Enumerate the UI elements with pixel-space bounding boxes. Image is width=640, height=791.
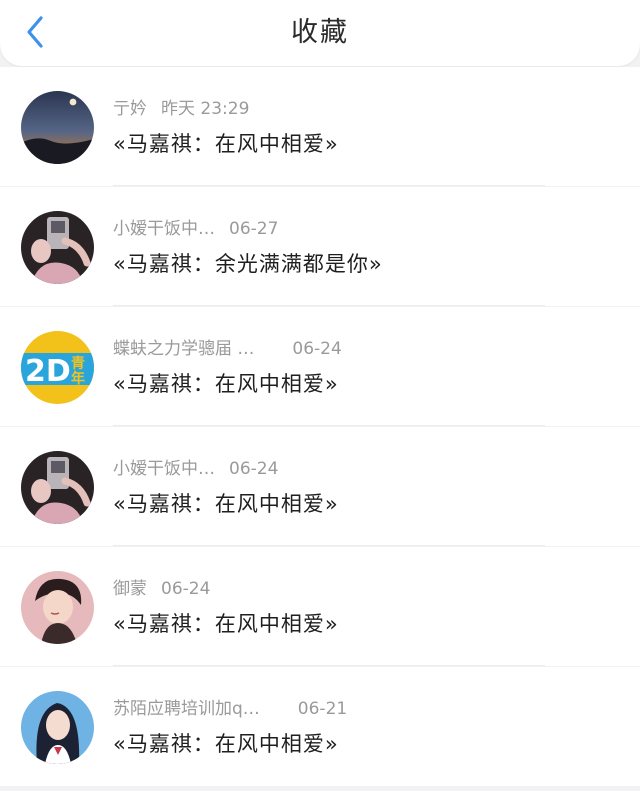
favorite-item[interactable]: 御蒙 06-24 «马嘉祺：在风中相爱» xyxy=(0,547,640,666)
header-bar: 收藏 xyxy=(0,0,640,66)
night-sky-avatar xyxy=(21,91,94,164)
divider xyxy=(113,185,545,186)
favorite-item[interactable]: 小嫒干饭中… 06-27 «马嘉祺：余光满满都是你» xyxy=(0,187,640,306)
item-time: 06-27 xyxy=(229,219,279,239)
sender-name: 小嫒干饭中… xyxy=(113,459,215,479)
anime-boy-avatar xyxy=(21,571,94,644)
favorite-item[interactable]: 小嫒干饭中… 06-24 «马嘉祺：在风中相爱» xyxy=(0,427,640,546)
favorites-list: 亍妗 昨天 23:29 «马嘉祺：在风中相爱» 小嫒干饭中… 06-27 «马嘉祺：… xyxy=(0,66,640,791)
favorite-item[interactable]: 2D 青 年 蝶蚨之力学骢届 … 06-24 «马嘉祺：在风中相爱» xyxy=(0,307,640,426)
svg-text:2D: 2D xyxy=(25,354,71,389)
divider xyxy=(113,425,545,426)
item-content: «马嘉祺：余光满满都是你» xyxy=(113,252,383,276)
item-time: 06-24 xyxy=(161,579,211,599)
item-content: «马嘉祺：在风中相爱» xyxy=(113,132,339,156)
item-meta: 蝶蚨之力学骢届 … 06-24 xyxy=(113,337,342,361)
item-time: 昨天 23:29 xyxy=(161,99,250,119)
divider xyxy=(113,665,545,666)
item-content: «马嘉祺：在风中相爱» xyxy=(113,492,339,516)
sender-name: 御蒙 xyxy=(113,579,147,599)
person-photo-avatar xyxy=(21,211,94,284)
item-meta: 亍妗 昨天 23:29 xyxy=(113,97,249,121)
sender-name: 蝶蚨之力学骢届 … xyxy=(113,339,255,359)
item-meta: 御蒙 06-24 xyxy=(113,577,210,601)
item-content: «马嘉祺：在风中相爱» xyxy=(113,612,339,636)
svg-text:青: 青 xyxy=(71,355,85,372)
item-time: 06-24 xyxy=(292,339,342,359)
page-title: 收藏 xyxy=(291,17,349,48)
divider xyxy=(113,305,545,306)
sender-name: 苏陌应聘培训加q… xyxy=(113,699,260,719)
anime-girl-avatar xyxy=(21,691,94,764)
item-time: 06-24 xyxy=(229,459,279,479)
sender-name: 亍妗 xyxy=(113,99,147,119)
divider xyxy=(113,545,545,546)
sender-name: 小嫒干饭中… xyxy=(113,219,215,239)
person-photo-avatar xyxy=(21,451,94,524)
2d-logo-avatar: 2D 青 年 xyxy=(21,331,94,404)
item-time: 06-21 xyxy=(297,699,348,719)
item-content: «马嘉祺：在风中相爱» xyxy=(113,732,339,756)
svg-text:年: 年 xyxy=(71,370,85,387)
favorite-item[interactable]: 亍妗 昨天 23:29 «马嘉祺：在风中相爱» xyxy=(0,67,640,186)
item-content: «马嘉祺：在风中相爱» xyxy=(113,372,339,396)
item-meta: 小嫒干饭中… 06-24 xyxy=(113,457,278,481)
item-meta: 小嫒干饭中… 06-27 xyxy=(113,217,278,241)
favorite-item[interactable]: 苏陌应聘培训加q… 06-21 «马嘉祺：在风中相爱» xyxy=(0,667,640,786)
item-meta: 苏陌应聘培训加q… 06-21 xyxy=(113,697,347,721)
